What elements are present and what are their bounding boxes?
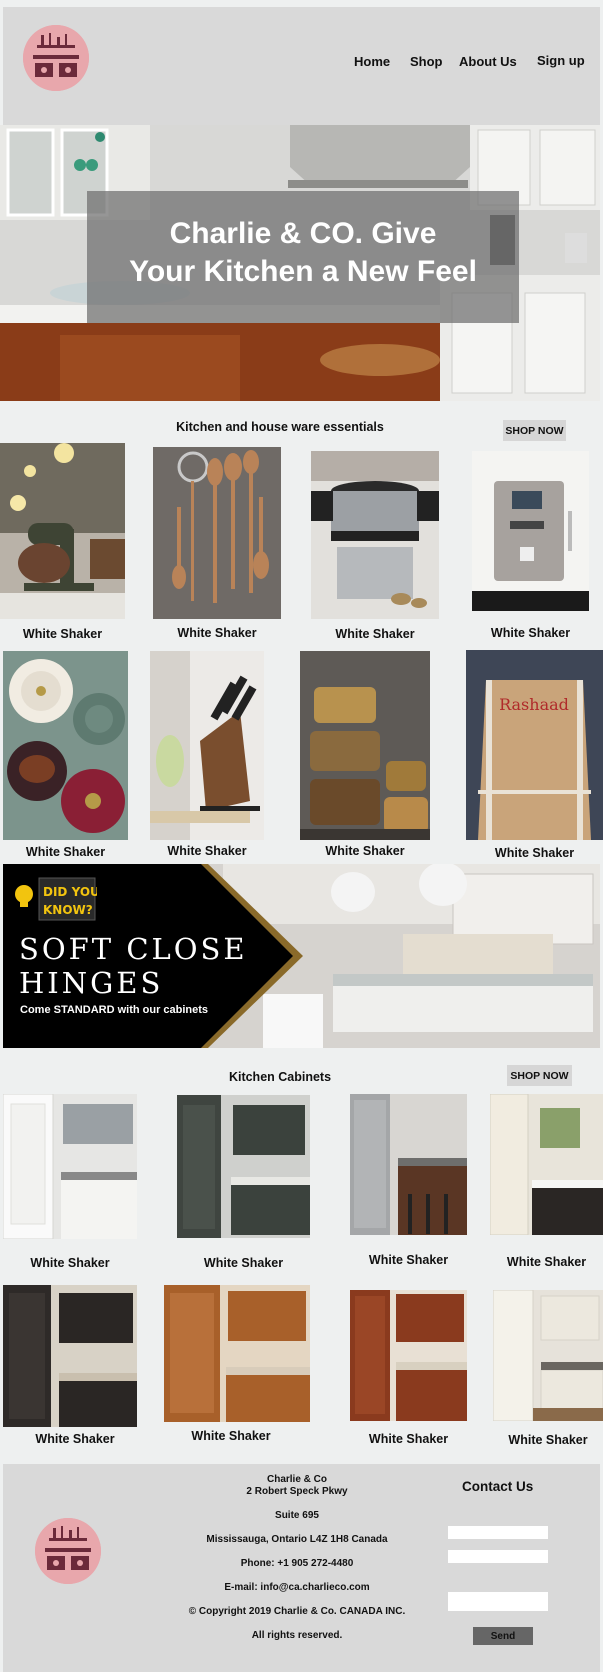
footer-kitchen-logo-icon[interactable] [35,1518,101,1584]
contact-message-field[interactable] [448,1592,548,1611]
promo-subtitle: Come STANDARD with our cabinets [20,1004,209,1016]
cabinet-caption: White Shaker [508,1433,588,1447]
cabinet-caption: White Shaker [191,1429,271,1443]
nav-about-us[interactable]: About Us [459,54,517,69]
product-caption: White Shaker [494,846,575,860]
product-caption: White Shaker [335,627,415,641]
footer-copyright: © Copyright 2019 Charlie & Co. CANADA IN… [188,1606,406,1617]
steamer-pot-image[interactable] [311,451,439,619]
cabinet-caption: White Shaker [30,1256,110,1270]
badge-line2: KNOW? [43,903,93,917]
antique-white-cabinet-image[interactable] [493,1290,603,1421]
contact-name-field[interactable] [448,1526,548,1539]
footer-suite: Suite 695 [275,1510,319,1521]
footer-address: 2 Robert Speck Pkwy [246,1486,348,1497]
white-cabinet-image[interactable] [3,1094,137,1239]
page: Home Shop About Us Sign up Charlie & CO.… [0,0,603,1672]
hero-title-line1: Charlie & CO. Give [169,217,437,250]
hero-banner: Charlie & CO. Give Your Kitchen a New Fe… [0,125,600,401]
cabinets-shop-now-button[interactable]: SHOP NOW [507,1065,572,1086]
cabinet-caption: White Shaker [506,1255,587,1269]
espresso-cabinet-image[interactable] [3,1285,137,1427]
nav-shop[interactable]: Shop [410,54,443,69]
apron-image[interactable]: Rashaad [466,650,603,840]
charcoal-cabinet-image[interactable] [177,1095,310,1238]
product-caption: White Shaker [167,844,247,858]
apron-embroidery: Rashaad [499,695,569,714]
footer-email[interactable]: E-mail: info@ca.charlieco.com [167,1582,427,1593]
cabinet-caption: White Shaker [203,1256,284,1270]
espresso-machine-image[interactable] [472,451,589,611]
hero-title: Charlie & CO. Give Your Kitchen a New Fe… [87,215,519,291]
product-caption: White Shaker [325,844,405,858]
product-caption: White Shaker [177,626,257,640]
badge-line1: DID YOU [43,885,97,899]
cast-iron-pots-image[interactable] [3,651,128,840]
soft-close-promo-banner[interactable]: DID YOU KNOW? SOFT CLOSE HINGES Come STA… [3,864,600,1048]
wooden-utensils-image[interactable] [153,447,281,619]
cabinet-caption: White Shaker [368,1253,449,1267]
send-button[interactable]: Send [473,1627,533,1645]
knife-block-image[interactable] [150,651,264,840]
cabinets-title: Kitchen Cabinets [228,1070,332,1084]
contact-us-title: Contact Us [462,1479,534,1494]
glass-jars-image[interactable] [300,651,430,840]
nav-sign-up[interactable]: Sign up [537,53,585,68]
honey-oak-cabinet-image[interactable] [164,1285,310,1422]
footer-city: Mississauga, Ontario L4Z 1H8 Canada [206,1534,388,1545]
did-you-know-badge: DID YOU KNOW? [13,874,100,924]
essentials-title: Kitchen and house ware essentials [176,420,384,434]
site-header: Home Shop About Us Sign up [3,7,600,125]
cherry-cabinet-image[interactable] [350,1290,467,1421]
grey-wood-cabinet-image[interactable] [350,1094,467,1235]
product-caption: White Shaker [22,627,103,641]
footer-phone[interactable]: Phone: +1 905 272-4480 [167,1558,427,1569]
promo-title: SOFT CLOSE HINGES [19,932,248,1000]
cream-cabinet-image[interactable] [490,1094,603,1235]
kitchen-logo-icon[interactable] [23,25,89,91]
product-caption: White Shaker [490,626,571,640]
cabinet-caption: White Shaker [35,1432,115,1446]
contact-email-field[interactable] [448,1550,548,1563]
product-caption: White Shaker [25,845,106,859]
essentials-shop-now-button[interactable]: SHOP NOW [503,420,566,441]
site-footer: Charlie & Co 2 Robert Speck Pkwy Suite 6… [3,1464,600,1672]
footer-rights: All rights reserved. [251,1630,343,1641]
hero-title-line2: Your Kitchen a New Feel [129,255,477,288]
cabinet-caption: White Shaker [368,1432,449,1446]
hero-overlay: Charlie & CO. Give Your Kitchen a New Fe… [87,191,519,323]
nav-home[interactable]: Home [354,54,390,69]
footer-company: Charlie & Co [266,1474,327,1485]
stand-mixer-image[interactable] [0,443,125,619]
